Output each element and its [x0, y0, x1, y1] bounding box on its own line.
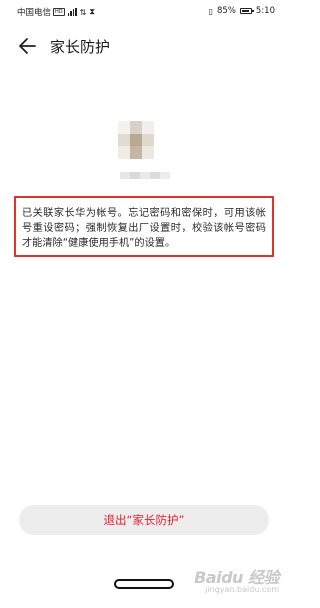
- home-gesture-bar[interactable]: [114, 579, 174, 589]
- clock: 5:10: [255, 6, 275, 16]
- page-title: 家长防护: [50, 38, 111, 56]
- exit-parental-control-button[interactable]: 退出“家长防护”: [19, 505, 269, 535]
- notice-text: 已关联家长华为帐号。忘记密码和密保时，可用该帐号重设密码；强制恢复出厂设置时，校…: [22, 208, 266, 249]
- status-left: 中国电信 HD ⇅ ⧗: [17, 6, 95, 18]
- vibrate-icon: ▯: [208, 6, 213, 16]
- avatar: [118, 121, 154, 159]
- status-right: ▯ 85% 5:10: [209, 6, 275, 16]
- baidu-watermark: Baidu 经验 jingyan.baidu.com: [194, 564, 279, 594]
- back-arrow-icon[interactable]: [18, 37, 38, 55]
- watermark-url: jingyan.baidu.com: [205, 585, 279, 594]
- battery-level: [241, 10, 249, 12]
- account-name-blurred: [120, 172, 170, 179]
- notice-box: 已关联家长华为帐号。忘记密码和密保时，可用该帐号重设密码；强制恢复出厂设置时，校…: [14, 196, 274, 257]
- hd-badge: HD: [53, 8, 65, 16]
- carrier-label: 中国电信: [17, 8, 52, 18]
- data-usage-icon: ⇅: [79, 7, 87, 17]
- status-bar: 中国电信 HD ⇅ ⧗ ▯ 85% 5:10: [0, 0, 287, 24]
- signal-icon: [67, 8, 77, 16]
- battery-icon: [239, 8, 254, 14]
- battery-label: 85%: [217, 6, 236, 16]
- hourglass-icon: ⧗: [89, 7, 95, 16]
